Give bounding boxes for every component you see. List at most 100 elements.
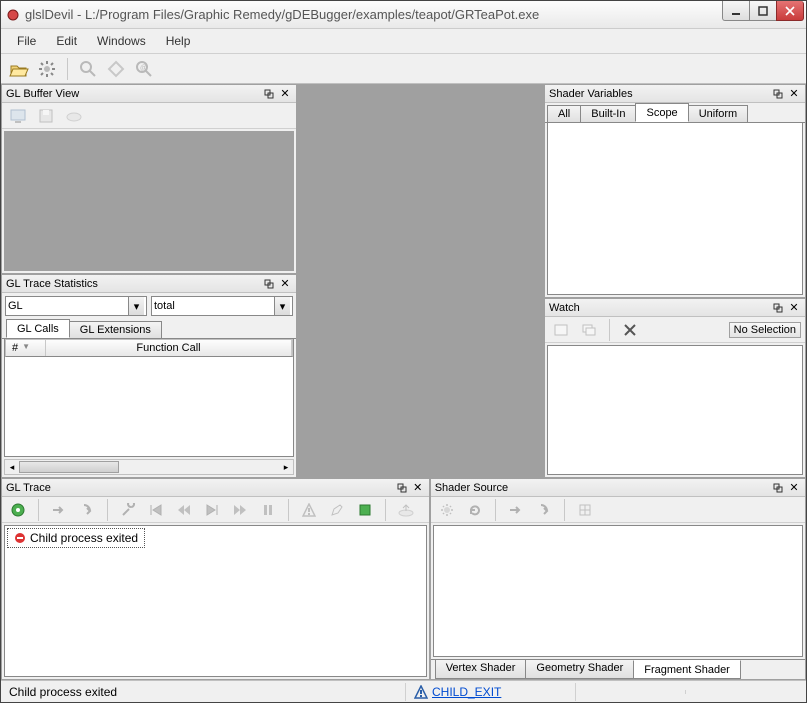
windows-icon[interactable] (577, 318, 601, 342)
tab-scope[interactable]: Scope (635, 103, 688, 122)
step-over-icon[interactable] (47, 498, 71, 522)
gl-buffer-view-panel: GL Buffer View ✕ (1, 84, 297, 274)
status-code-link[interactable]: CHILD_EXIT (432, 685, 501, 699)
trace-message-text: Child process exited (30, 531, 138, 545)
gl-trace-toolbar (2, 497, 429, 523)
svg-text:@: @ (140, 65, 147, 72)
warning-icon[interactable] (297, 498, 321, 522)
buffer-view-canvas (4, 131, 294, 271)
save-icon[interactable] (34, 104, 58, 128)
menu-help[interactable]: Help (156, 31, 201, 51)
upload-icon[interactable] (394, 498, 418, 522)
tab-uniform[interactable]: Uniform (688, 105, 749, 122)
tab-gl-calls[interactable]: GL Calls (6, 319, 70, 338)
close-panel-icon[interactable]: ✕ (787, 481, 801, 495)
menubar: File Edit Windows Help (1, 29, 806, 54)
statusbar: Child process exited CHILD_EXIT (1, 680, 806, 702)
horizontal-scrollbar[interactable]: ◂▸ (4, 459, 294, 475)
skip-back-icon[interactable] (144, 498, 168, 522)
gear-icon[interactable] (435, 498, 459, 522)
menu-windows[interactable]: Windows (87, 31, 156, 51)
grid-icon[interactable] (573, 498, 597, 522)
stats-table-body (5, 357, 293, 456)
shader-source-panel: Shader Source ✕ (430, 478, 806, 680)
tab-geometry-shader[interactable]: Geometry Shader (525, 660, 634, 679)
tab-gl-extensions[interactable]: GL Extensions (69, 321, 162, 338)
pause-icon[interactable] (256, 498, 280, 522)
col-function[interactable]: Function Call (46, 340, 292, 356)
detach-icon[interactable] (771, 301, 785, 315)
shader-source-editor[interactable] (433, 525, 803, 657)
zoom-icon[interactable] (76, 57, 100, 81)
stats-mode-select[interactable]: total ▾ (151, 296, 293, 316)
watch-panel: Watch ✕ No Selection (544, 298, 806, 478)
select-value: total (154, 300, 175, 312)
tab-fragment-shader[interactable]: Fragment Shader (633, 660, 741, 679)
refresh-icon[interactable] (463, 498, 487, 522)
detach-icon[interactable] (771, 481, 785, 495)
detach-icon[interactable] (262, 87, 276, 101)
trace-message[interactable]: Child process exited (7, 528, 145, 548)
close-panel-icon[interactable]: ✕ (278, 277, 292, 291)
panel-title: Watch (549, 302, 580, 314)
status-code-cell: CHILD_EXIT (406, 683, 576, 701)
close-panel-icon[interactable]: ✕ (411, 481, 425, 495)
shader-vars-tabs: All Built-In Scope Uniform (545, 103, 805, 123)
delete-icon[interactable] (618, 318, 642, 342)
detach-icon[interactable] (395, 481, 409, 495)
shader-vars-list (547, 123, 803, 295)
cloud-icon[interactable] (62, 104, 86, 128)
mdi-area (297, 84, 544, 478)
step-into-icon[interactable] (75, 498, 99, 522)
buffer-view-toolbar (2, 103, 296, 129)
app-icon (5, 7, 21, 23)
stats-tabs: GL Calls GL Extensions (2, 319, 296, 339)
tab-vertex-shader[interactable]: Vertex Shader (435, 660, 527, 679)
status-slot-2 (686, 690, 806, 694)
close-button[interactable] (776, 1, 804, 21)
skip-forward-icon[interactable] (200, 498, 224, 522)
detach-icon[interactable] (262, 277, 276, 291)
close-panel-icon[interactable]: ✕ (787, 87, 801, 101)
minimize-button[interactable] (722, 1, 750, 21)
stats-group-select[interactable]: GL ▾ (5, 296, 147, 316)
run-gear-icon[interactable] (6, 498, 30, 522)
gear-icon[interactable] (35, 57, 59, 81)
panel-title: Shader Source (435, 482, 508, 494)
open-icon[interactable] (7, 57, 31, 81)
watch-list (547, 345, 803, 475)
zoom-at-icon[interactable]: @ (132, 57, 156, 81)
maximize-button[interactable] (749, 1, 777, 21)
tab-builtin[interactable]: Built-In (580, 105, 636, 122)
detach-icon[interactable] (771, 87, 785, 101)
close-panel-icon[interactable]: ✕ (278, 87, 292, 101)
titlebar-text: glslDevil - L:/Program Files/Graphic Rem… (25, 7, 539, 22)
close-panel-icon[interactable]: ✕ (787, 301, 801, 315)
warning-icon (414, 685, 428, 699)
tools-icon[interactable] (116, 498, 140, 522)
diamond-icon[interactable] (104, 57, 128, 81)
left-column: GL Buffer View ✕ GL Trace Statistic (1, 84, 297, 478)
main-toolbar: @ (1, 54, 806, 84)
edit-icon[interactable] (325, 498, 349, 522)
step-round-icon[interactable] (532, 498, 556, 522)
right-column: Shader Variables ✕ All Built-In Scope Un… (544, 84, 806, 478)
stop-icon (14, 532, 26, 544)
flag-icon[interactable] (353, 498, 377, 522)
screen-icon[interactable] (6, 104, 30, 128)
panel-title: Shader Variables (549, 88, 633, 100)
col-number[interactable]: #▼ (6, 340, 46, 356)
shader-source-toolbar (431, 497, 805, 523)
fast-forward-icon[interactable] (228, 498, 252, 522)
step-icon[interactable] (504, 498, 528, 522)
tab-all[interactable]: All (547, 105, 581, 122)
menu-file[interactable]: File (7, 31, 46, 51)
select-value: GL (8, 300, 23, 312)
window-controls (723, 1, 804, 21)
menu-edit[interactable]: Edit (46, 31, 87, 51)
rewind-icon[interactable] (172, 498, 196, 522)
panel-title: GL Trace Statistics (6, 278, 98, 290)
gl-trace-statistics-panel: GL Trace Statistics ✕ GL ▾ total ▾ (1, 274, 297, 478)
window-icon[interactable] (549, 318, 573, 342)
gl-trace-panel: GL Trace ✕ (1, 478, 430, 680)
